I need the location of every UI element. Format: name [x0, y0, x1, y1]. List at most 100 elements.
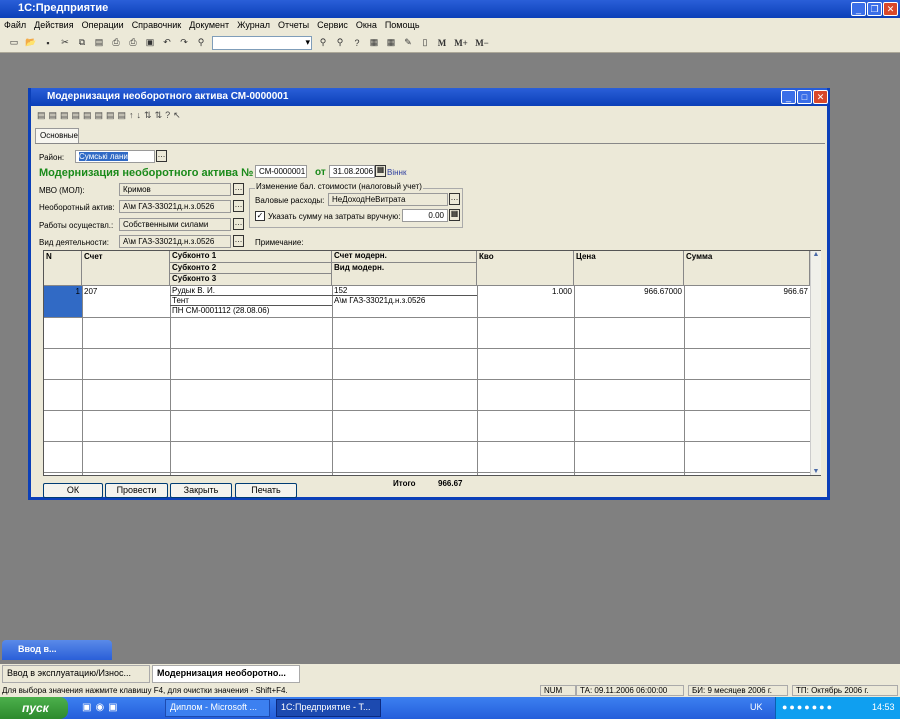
cell-qty[interactable]: 1.000	[477, 286, 574, 297]
ok-button[interactable]: ОК	[43, 483, 103, 498]
menu-help[interactable]: Помощь	[385, 20, 420, 31]
help-icon[interactable]: ?	[351, 38, 363, 48]
calculator-button[interactable]: ▦	[449, 209, 460, 221]
book-icon[interactable]: ▯	[419, 37, 431, 48]
table-scrollbar[interactable]: ▲ ▼	[810, 251, 821, 475]
col-accmod-header[interactable]: Счет модерн.	[332, 251, 477, 263]
doc-minimize-button[interactable]: _	[781, 90, 796, 104]
undo-icon[interactable]: ↶	[161, 37, 173, 48]
col-price-header[interactable]: Цена	[574, 251, 684, 286]
menu-reference[interactable]: Справочник	[132, 20, 182, 31]
rayon-field[interactable]: Сумські лани	[79, 152, 128, 161]
tax-group-label: Изменение бал. стоимости (налоговый учет…	[255, 182, 423, 191]
cell-price[interactable]: 966.67000	[574, 286, 684, 297]
asset-field[interactable]: А\м ГАЗ-33021д.н.з.0526	[119, 200, 231, 213]
calendar-button[interactable]: ▦	[375, 165, 386, 177]
col-sub1-header[interactable]: Субконто 1	[170, 251, 332, 263]
manual-amount-field[interactable]: 0.00	[402, 209, 448, 222]
activity-select-button[interactable]: …	[233, 235, 244, 247]
col-kindmod-header[interactable]: Вид модерн.	[332, 263, 477, 286]
close-button[interactable]: ✕	[883, 2, 898, 16]
menu-journal[interactable]: Журнал	[237, 20, 270, 31]
minimized-window[interactable]: Ввод в...	[2, 640, 112, 660]
menu-service[interactable]: Сервис	[317, 20, 348, 31]
calendar-icon[interactable]: ▦	[385, 37, 397, 48]
cut-icon[interactable]: ✂	[59, 37, 71, 48]
col-qty-header[interactable]: Кво	[477, 251, 574, 286]
works-field[interactable]: Собственными силами	[119, 218, 231, 231]
tab-main[interactable]: Основные	[35, 128, 79, 143]
menu-actions[interactable]: Действия	[34, 20, 73, 31]
paste-icon[interactable]: ▤	[93, 37, 105, 48]
new-icon[interactable]: ▭	[8, 37, 20, 48]
calc-icon[interactable]: ▣	[144, 37, 156, 48]
restore-button[interactable]: ❐	[867, 2, 882, 16]
window-tab-modernization[interactable]: Модернизация необоротно...	[152, 665, 300, 683]
minimize-button[interactable]: _	[851, 2, 866, 16]
preview-icon[interactable]: ⎙	[127, 37, 139, 48]
cell-account[interactable]: 207	[82, 286, 99, 297]
cell-kindmod[interactable]: А\м ГАЗ-33021д.н.з.0526	[332, 296, 477, 306]
memory-m-button[interactable]: M	[436, 38, 448, 48]
scroll-up-icon[interactable]: ▲	[811, 251, 821, 258]
col-account-header[interactable]: Счет	[82, 251, 170, 286]
col-sub3-header[interactable]: Субконто 3	[170, 274, 332, 286]
rayon-select-button[interactable]: …	[156, 150, 167, 162]
close-doc-button[interactable]: Закрыть	[170, 483, 232, 498]
col-sum-header[interactable]: Сумма	[684, 251, 810, 286]
open-icon[interactable]: 📂	[25, 37, 37, 48]
document-toolbar[interactable]: ▤▤▤▤▤▤▤▤↑↓⇅⇅?↖	[37, 110, 184, 121]
tray-icons[interactable]: ●●●●●●●	[782, 702, 834, 712]
col-sub2-header[interactable]: Субконто 2	[170, 263, 332, 274]
works-select-button[interactable]: …	[233, 218, 244, 230]
author-label: Віннк	[387, 168, 407, 177]
print-icon[interactable]: ⎙	[110, 37, 122, 48]
redo-icon[interactable]: ↷	[178, 37, 190, 48]
copy-icon[interactable]: ⧉	[76, 37, 88, 48]
start-button[interactable]: пуск	[0, 697, 68, 719]
date-field[interactable]: 31.08.2006	[329, 165, 375, 178]
taskbar-1c[interactable]: 1С:Предприятие - Т...	[276, 699, 381, 717]
find-next-icon[interactable]: ⚲	[317, 37, 329, 48]
cell-accmod[interactable]: 152	[332, 286, 477, 296]
asset-select-button[interactable]: …	[233, 200, 244, 212]
cell-sub3[interactable]: ПН СМ-0001112 (28.08.06)	[170, 306, 332, 316]
status-num: NUM	[540, 685, 576, 696]
save-icon[interactable]: ▪	[42, 38, 54, 48]
tips-icon[interactable]: ✎	[402, 37, 414, 48]
col-n-header[interactable]: N	[44, 251, 82, 286]
menu-reports[interactable]: Отчеты	[278, 20, 309, 31]
manual-checkbox[interactable]: ✓	[255, 211, 265, 221]
window-tab-commissioning[interactable]: Ввод в эксплуатацию/Износ...	[2, 665, 150, 683]
cell-sum[interactable]: 966.67	[684, 286, 810, 297]
find-prev-icon[interactable]: ⚲	[334, 37, 346, 48]
activity-field[interactable]: А\м ГАЗ-33021д.н.з.0526	[119, 235, 231, 248]
menu-operations[interactable]: Операции	[82, 20, 124, 31]
status-tp: ТП: Октябрь 2006 г.	[792, 685, 898, 696]
doc-close-button[interactable]: ✕	[813, 90, 828, 104]
find-icon[interactable]: ⚲	[195, 37, 207, 48]
quick-launch-icons[interactable]: ▣◉▣	[82, 702, 122, 713]
post-button[interactable]: Провести	[105, 483, 168, 498]
scroll-down-icon[interactable]: ▼	[811, 468, 821, 475]
menu-document[interactable]: Документ	[189, 20, 229, 31]
search-combo[interactable]	[212, 35, 312, 50]
doc-maximize-button[interactable]: □	[797, 90, 812, 104]
table-row[interactable]: 1 207 Рудык В. И. Тент ПН СМ-0001112 (28…	[44, 286, 810, 317]
mvo-select-button[interactable]: …	[233, 183, 244, 195]
table-icon[interactable]: ▦	[368, 37, 380, 48]
mvo-field[interactable]: Кримов	[119, 183, 231, 196]
gross-select-button[interactable]: …	[449, 193, 460, 205]
gross-field[interactable]: НеДоходНеВитрата	[328, 193, 448, 206]
print-button[interactable]: Печать	[235, 483, 297, 498]
memory-minus-button[interactable]: M−	[474, 38, 490, 48]
memory-plus-button[interactable]: M+	[453, 38, 469, 48]
taskbar-word[interactable]: Диплом - Microsoft ...	[165, 699, 270, 717]
menu-file[interactable]: Файл	[4, 20, 26, 31]
language-indicator[interactable]: UK	[750, 702, 763, 712]
cell-sub2[interactable]: Тент	[170, 296, 332, 306]
cell-n[interactable]: 1	[44, 286, 82, 317]
menu-windows[interactable]: Окна	[356, 20, 377, 31]
number-field[interactable]: СМ-0000001	[255, 165, 307, 178]
cell-sub1[interactable]: Рудык В. И.	[170, 286, 332, 296]
